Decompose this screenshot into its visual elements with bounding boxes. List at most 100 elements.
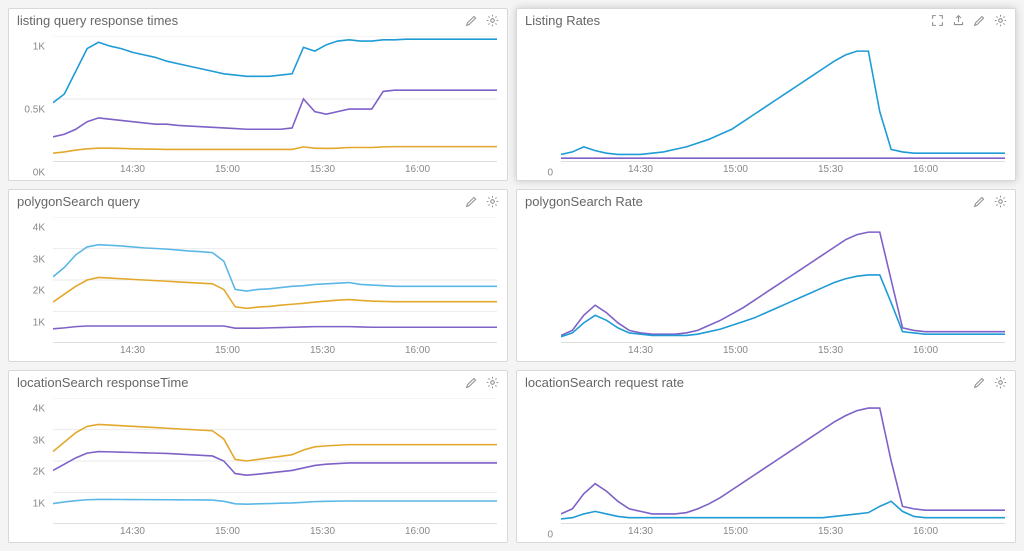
x-tick: 14:30 <box>628 164 653 175</box>
y-axis: 1K 2K 3K 4K <box>9 398 49 524</box>
panel-header: locationSearch responseTime <box>9 371 507 394</box>
x-tick: 16:00 <box>913 526 938 537</box>
x-tick: 14:30 <box>628 345 653 356</box>
series-p90 <box>53 452 497 476</box>
series-rateA <box>561 232 1005 335</box>
plot-svg <box>561 217 1005 343</box>
y-tick: 1K <box>33 498 45 509</box>
gear-icon[interactable] <box>994 14 1007 27</box>
x-tick: 16:00 <box>913 164 938 175</box>
x-axis: 14:30 15:00 15:30 16:00 <box>561 526 1005 540</box>
chart-area[interactable]: 1K2K3K4K14:3015:0015:3016:00 <box>9 213 507 361</box>
x-tick: 15:30 <box>310 164 335 175</box>
panel-polygonsearch-rate: polygonSearch Rate 14:30 15:00 15:30 16:00 <box>516 189 1016 362</box>
x-tick: 15:00 <box>723 526 748 537</box>
x-axis: 14:3015:0015:3016:00 <box>53 345 497 359</box>
panel-title: polygonSearch Rate <box>525 194 973 209</box>
share-icon[interactable] <box>952 14 965 27</box>
panel-title: polygonSearch query <box>17 194 465 209</box>
panel-toolbar <box>465 195 499 208</box>
y-axis <box>517 217 557 343</box>
panel-header: listing query response times <box>9 9 507 32</box>
series-p99 <box>53 39 497 103</box>
y-tick: 3K <box>33 254 45 265</box>
plot-svg <box>53 398 497 524</box>
panel-toolbar <box>931 14 1007 27</box>
plot-svg <box>561 36 1005 162</box>
x-tick: 15:30 <box>310 526 335 537</box>
expand-icon[interactable] <box>931 14 944 27</box>
x-tick: 15:30 <box>310 345 335 356</box>
y-tick: 1K <box>33 317 45 328</box>
panel-header: locationSearch request rate <box>517 371 1015 394</box>
series-rateB <box>561 275 1005 337</box>
gear-icon[interactable] <box>994 195 1007 208</box>
y-tick: 3K <box>33 435 45 446</box>
x-tick: 14:30 <box>628 526 653 537</box>
series-p99 <box>53 245 497 291</box>
x-tick: 14:30 <box>120 164 145 175</box>
panel-header: Listing Rates <box>517 9 1015 32</box>
panel-title: locationSearch request rate <box>525 375 973 390</box>
pencil-icon[interactable] <box>973 14 986 27</box>
chart-area[interactable]: 1K2K3K4K14:3015:0015:3016:00 <box>9 394 507 542</box>
x-tick: 15:30 <box>818 526 843 537</box>
panel-listing-query-response-times: listing query response times 0K0.5K1K 14:3… <box>8 8 508 181</box>
panel-title: locationSearch responseTime <box>17 375 465 390</box>
x-tick: 16:00 <box>405 526 430 537</box>
y-tick: 2K <box>33 286 45 297</box>
gear-icon[interactable] <box>994 376 1007 389</box>
x-tick: 14:30 <box>120 526 145 537</box>
panel-listing-rates: Listing Rates014:3015:0015:3016:00 <box>516 8 1016 181</box>
panel-locationsearch-request-rate: locationSearch request rate 0 14:30 15:00 15… <box>516 370 1016 543</box>
x-axis: 14:3015:0015:3016:00 <box>53 164 497 178</box>
gear-icon[interactable] <box>486 14 499 27</box>
pencil-icon[interactable] <box>465 195 478 208</box>
panel-polygonsearch-query: polygonSearch query1K2K3K4K14:3015:0015:… <box>8 189 508 362</box>
y-tick: 2K <box>33 467 45 478</box>
x-tick: 16:00 <box>913 345 938 356</box>
y-axis: 0 <box>517 36 557 162</box>
panel-title: Listing Rates <box>525 13 931 28</box>
pencil-icon[interactable] <box>973 376 986 389</box>
y-tick: 0 <box>547 168 553 179</box>
panel-title: listing query response times <box>17 13 465 28</box>
series-p50 <box>53 147 497 154</box>
series-rate <box>561 51 1005 154</box>
gear-icon[interactable] <box>486 376 499 389</box>
pencil-icon[interactable] <box>465 376 478 389</box>
plot-svg <box>53 217 497 343</box>
x-tick: 16:00 <box>405 345 430 356</box>
chart-area[interactable]: 014:3015:0015:3016:00 <box>517 32 1015 180</box>
y-tick: 0.5K <box>24 105 45 116</box>
x-tick: 15:30 <box>818 345 843 356</box>
y-tick: 0 <box>547 530 553 541</box>
gear-icon[interactable] <box>486 195 499 208</box>
y-tick: 0K <box>33 168 45 179</box>
panel-toolbar <box>465 14 499 27</box>
plot-svg <box>561 398 1005 524</box>
y-tick: 4K <box>33 404 45 415</box>
plot-svg <box>53 36 497 162</box>
panel-header: polygonSearch Rate <box>517 190 1015 213</box>
panel-toolbar <box>465 376 499 389</box>
chart-area[interactable]: 14:30 15:00 15:30 16:00 <box>517 213 1015 361</box>
x-tick: 15:00 <box>723 345 748 356</box>
y-axis: 0K0.5K1K <box>9 36 49 162</box>
x-axis: 14:3015:0015:3016:00 <box>53 526 497 540</box>
y-tick: 4K <box>33 223 45 234</box>
x-tick: 15:00 <box>723 164 748 175</box>
chart-area[interactable]: 0K0.5K1K14:3015:0015:3016:00 <box>9 32 507 180</box>
pencil-icon[interactable] <box>465 14 478 27</box>
x-axis: 14:3015:0015:3016:00 <box>561 164 1005 178</box>
chart-area[interactable]: 0 14:30 15:00 15:30 16:00 <box>517 394 1015 542</box>
y-axis: 0 <box>517 398 557 524</box>
x-axis: 14:30 15:00 15:30 16:00 <box>561 345 1005 359</box>
pencil-icon[interactable] <box>973 195 986 208</box>
x-tick: 15:00 <box>215 164 240 175</box>
panel-toolbar <box>973 195 1007 208</box>
panel-locationsearch-responsetime: locationSearch responseTime 1K 2K 3K 4K 14:30… <box>8 370 508 543</box>
series-p50 <box>53 499 497 504</box>
series-p50 <box>53 326 497 329</box>
y-axis: 1K 2K 3K 4K <box>9 217 49 343</box>
